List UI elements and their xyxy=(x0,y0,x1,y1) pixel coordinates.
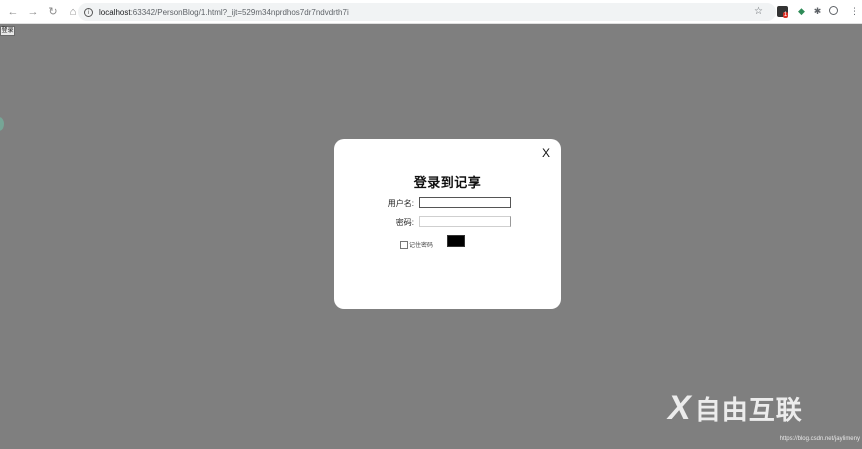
menu-dots-icon[interactable]: ⋮ xyxy=(849,6,860,17)
submit-button[interactable] xyxy=(447,235,465,247)
watermark-x-logo-icon: X xyxy=(668,388,691,427)
watermark-url: https://blog.csdn.net/jaylimeny xyxy=(779,436,860,442)
password-label: 密码: xyxy=(395,218,414,227)
remember-password[interactable]: 记住密码 xyxy=(400,240,433,249)
watermark: X 自由互联 xyxy=(668,388,858,428)
username-label: 用户名: xyxy=(387,199,414,208)
username-input[interactable] xyxy=(419,197,511,208)
bookmark-star-icon[interactable]: ☆ xyxy=(754,6,763,17)
account-icon[interactable] xyxy=(829,6,838,15)
close-icon[interactable]: X xyxy=(540,146,552,160)
extension-badge: 1 xyxy=(782,11,789,18)
back-icon[interactable]: ← xyxy=(4,3,22,21)
puzzle-icon[interactable]: ✱ xyxy=(812,6,823,17)
edge-circle xyxy=(0,117,4,131)
remember-label: 记住密码 xyxy=(409,243,434,249)
watermark-brand: 自由互联 xyxy=(694,394,803,425)
url-path: :63342/PersonBlog/1.html?_ijt=529m34nprd… xyxy=(130,7,349,17)
reload-icon[interactable]: ↻ xyxy=(44,3,62,21)
info-icon[interactable]: i xyxy=(84,7,93,17)
remember-checkbox[interactable] xyxy=(400,240,408,249)
extension-green-icon[interactable]: ◆ xyxy=(796,6,807,17)
modal-title: 登录到记享 xyxy=(413,175,482,190)
login-button[interactable]: 登录 xyxy=(0,26,15,36)
address-bar[interactable]: i localhost:63342/PersonBlog/1.html?_ijt… xyxy=(78,3,776,21)
browser-toolbar: ← → ↻ ⌂ i localhost:63342/PersonBlog/1.h… xyxy=(0,0,862,24)
forward-icon[interactable]: → xyxy=(24,3,42,21)
extension-icon[interactable]: 1 xyxy=(777,6,789,18)
password-input[interactable] xyxy=(419,216,511,227)
url-host: localhost xyxy=(99,7,131,17)
